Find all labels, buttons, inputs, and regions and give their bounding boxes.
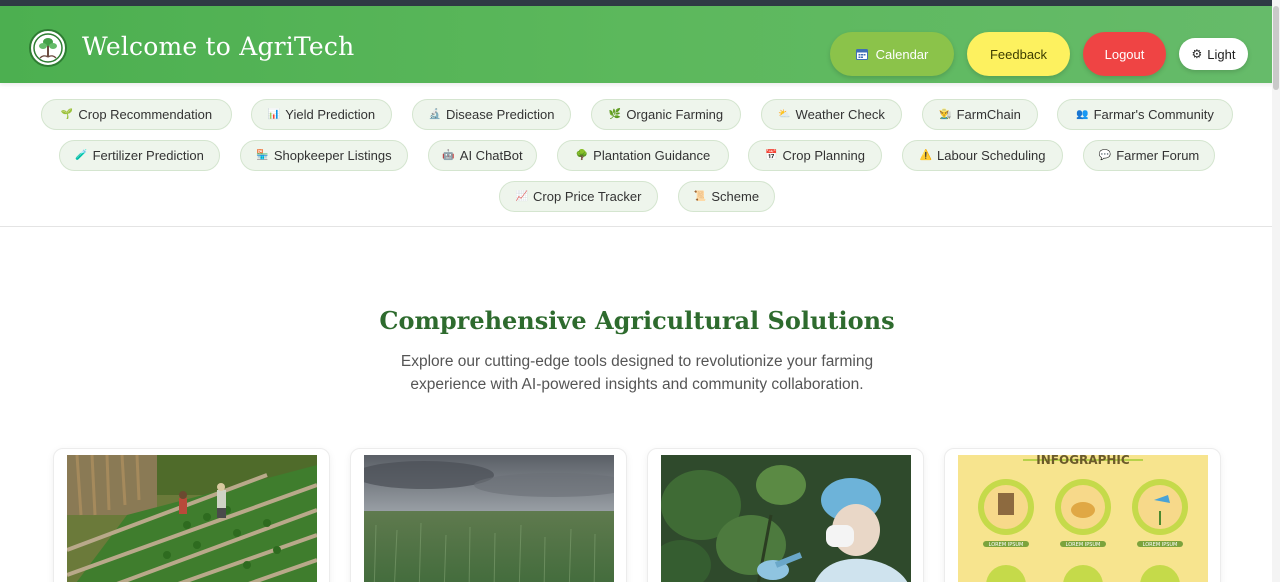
scrollbar-thumb[interactable]: [1273, 6, 1279, 90]
nav-label: Shopkeeper Listings: [273, 148, 392, 163]
nav-label: Disease Prediction: [446, 107, 555, 122]
nav-label: Weather Check: [795, 107, 885, 122]
theme-toggle-button[interactable]: ⚙ Light: [1179, 38, 1248, 70]
wheat-field-image: [364, 455, 614, 582]
trend-chart-icon: 📈: [515, 190, 529, 202]
infographic-caption: LOREM IPSUM: [989, 542, 1024, 548]
logout-label: Logout: [1104, 46, 1145, 62]
feature-nav: 🌱 Crop Recommendation 📊 Yield Prediction…: [0, 83, 1272, 227]
nav-crop-price-tracker[interactable]: 📈 Crop Price Tracker: [499, 181, 658, 212]
nav-label: FarmChain: [956, 107, 1021, 122]
nav-plantation-guidance[interactable]: 🌳 Plantation Guidance: [557, 140, 729, 171]
section-title: Comprehensive Agricultural Solutions: [379, 306, 895, 335]
nav-shopkeeper-listings[interactable]: 🏪 Shopkeeper Listings: [240, 140, 408, 171]
nav-label: Farmar's Community: [1093, 107, 1214, 122]
microscope-icon: 🔬: [428, 108, 442, 120]
nav-label: Fertilizer Prediction: [92, 148, 204, 163]
calendar-icon: [855, 48, 868, 60]
nav-crop-planning[interactable]: 📅 Crop Planning: [748, 140, 882, 171]
seedling-icon: 🌱: [60, 108, 74, 120]
nav-fertilizer-prediction[interactable]: 🧪 Fertilizer Prediction: [59, 140, 220, 171]
calendar-icon: 📅: [765, 149, 778, 161]
nav-label: Crop Planning: [782, 148, 865, 163]
app-title: Welcome to AgriTech: [82, 32, 355, 61]
robot-icon: 🤖: [442, 149, 455, 161]
nav-yield-prediction[interactable]: 📊 Yield Prediction: [251, 99, 392, 130]
section-subtitle: Explore our cutting-edge tools designed …: [400, 353, 874, 393]
gear-icon: ⚙: [1191, 47, 1203, 61]
nav-label: Yield Prediction: [285, 107, 376, 122]
agritech-logo-icon[interactable]: [29, 29, 67, 67]
feature-card-3[interactable]: [647, 448, 924, 582]
nav-label: Crop Price Tracker: [533, 189, 642, 204]
farmer-icon: 👨‍🌾: [939, 108, 952, 120]
nav-weather-check[interactable]: ⛅ Weather Check: [761, 99, 902, 130]
nav-scheme[interactable]: 📜 Scheme: [678, 181, 775, 212]
nav-crop-recommendation[interactable]: 🌱 Crop Recommendation: [41, 99, 232, 130]
farmers-field-image: [67, 455, 317, 582]
page-scrollbar[interactable]: [1272, 0, 1280, 582]
weather-icon: ⛅: [778, 108, 791, 120]
feature-card-4[interactable]: INFOGRAPHIC LOREM IPSUM LOREM IPSUM LORE…: [944, 448, 1221, 582]
people-icon: 👥: [1076, 108, 1089, 120]
nav-farmchain[interactable]: 👨‍🌾 FarmChain: [922, 99, 1038, 130]
nav-label: Crop Recommendation: [78, 107, 213, 122]
infographic-caption: LOREM IPSUM: [1143, 542, 1178, 548]
logout-button[interactable]: Logout: [1083, 32, 1166, 76]
nav-label: Labour Scheduling: [937, 148, 1046, 163]
nav-label: Organic Farming: [626, 107, 724, 122]
nav-label: Farmer Forum: [1116, 148, 1200, 163]
nav-label: Scheme: [711, 189, 760, 204]
tree-icon: 🌳: [575, 149, 589, 161]
shop-icon: 🏪: [256, 149, 269, 161]
nav-label: Plantation Guidance: [593, 148, 711, 163]
infographic-image: INFOGRAPHIC LOREM IPSUM LOREM IPSUM LORE…: [958, 455, 1208, 582]
herb-icon: 🌿: [608, 108, 622, 120]
nav-disease-prediction[interactable]: 🔬 Disease Prediction: [412, 99, 571, 130]
calendar-label: Calendar: [875, 46, 929, 62]
speech-bubble-icon: 💬: [1098, 149, 1112, 161]
test-tube-icon: 🧪: [75, 149, 88, 161]
bar-chart-icon: 📊: [267, 108, 281, 120]
app-header: Welcome to AgriTech Calendar Feedback Lo…: [0, 6, 1280, 83]
nav-labour-scheduling[interactable]: ⚠️ Labour Scheduling: [902, 140, 1063, 171]
nav-ai-chatbot[interactable]: 🤖 AI ChatBot: [428, 140, 537, 171]
feedback-button[interactable]: Feedback: [967, 32, 1070, 76]
feature-card-2[interactable]: [350, 448, 627, 582]
feature-card-1[interactable]: [53, 448, 330, 582]
nav-label: AI ChatBot: [459, 148, 523, 163]
warning-icon: ⚠️: [919, 149, 933, 161]
nav-farmars-community[interactable]: 👥 Farmar's Community: [1057, 99, 1233, 130]
infographic-heading: INFOGRAPHIC: [1036, 455, 1130, 467]
scientist-plant-image: [661, 455, 911, 582]
feedback-label: Feedback: [989, 46, 1048, 62]
theme-label: Light: [1207, 46, 1236, 62]
calendar-button[interactable]: Calendar: [830, 32, 954, 76]
scroll-icon: 📜: [693, 190, 707, 202]
nav-farmer-forum[interactable]: 💬 Farmer Forum: [1083, 140, 1215, 171]
nav-organic-farming[interactable]: 🌿 Organic Farming: [591, 99, 741, 130]
infographic-caption: LOREM IPSUM: [1066, 542, 1101, 548]
